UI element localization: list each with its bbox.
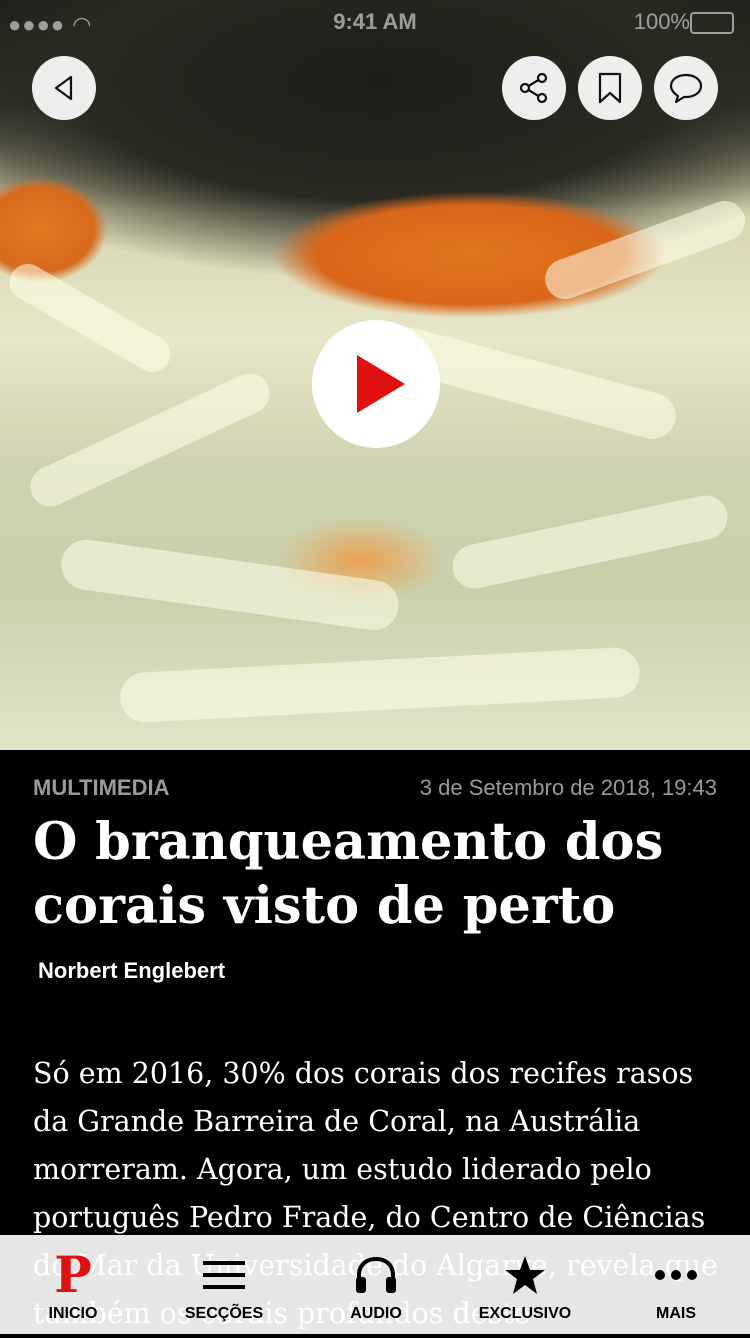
back-icon xyxy=(54,75,73,101)
tab-exclusivo[interactable]: EXCLUSIVO xyxy=(465,1235,585,1334)
tab-label: SECÇÕES xyxy=(184,1305,264,1322)
more-icon xyxy=(655,1270,697,1280)
bottom-tab-bar: P INICIO SECÇÕES AUDIO EXCLUSIVO MAIS xyxy=(0,1235,750,1334)
section-kicker[interactable]: MULTIMEDIA xyxy=(33,775,169,801)
tab-label: EXCLUSIVO xyxy=(478,1305,572,1322)
publish-date: 3 de Setembro de 2018, 19:43 xyxy=(419,775,717,800)
comment-icon xyxy=(669,73,703,104)
tab-label: AUDIO xyxy=(350,1305,402,1322)
play-icon xyxy=(357,355,405,413)
battery-level: 100% xyxy=(633,9,690,34)
tab-audio[interactable]: AUDIO xyxy=(316,1235,436,1334)
menu-icon xyxy=(203,1261,245,1289)
comments-button[interactable] xyxy=(654,56,718,120)
battery-icon xyxy=(690,12,734,34)
article-title: O branqueamento dos corais visto de pert… xyxy=(33,812,664,936)
share-icon xyxy=(519,72,548,104)
bookmark-button[interactable] xyxy=(578,56,642,120)
publico-logo-icon: P xyxy=(54,1245,92,1304)
headphones-icon xyxy=(356,1256,396,1293)
tab-mais[interactable]: MAIS xyxy=(616,1235,736,1334)
tab-label: INICIO xyxy=(48,1305,98,1322)
share-button[interactable] xyxy=(502,56,566,120)
tab-label: MAIS xyxy=(656,1305,696,1322)
tab-inicio[interactable]: P INICIO xyxy=(13,1235,133,1334)
bookmark-icon xyxy=(598,72,622,104)
author-name[interactable]: Norbert Englebert xyxy=(38,958,225,984)
play-button[interactable] xyxy=(312,320,440,448)
star-icon xyxy=(505,1256,545,1294)
tab-seccoes[interactable]: SECÇÕES xyxy=(164,1235,284,1334)
back-button[interactable] xyxy=(32,56,96,120)
status-bar: ●●●● ◠ 9:41 AM 100% xyxy=(0,0,750,44)
